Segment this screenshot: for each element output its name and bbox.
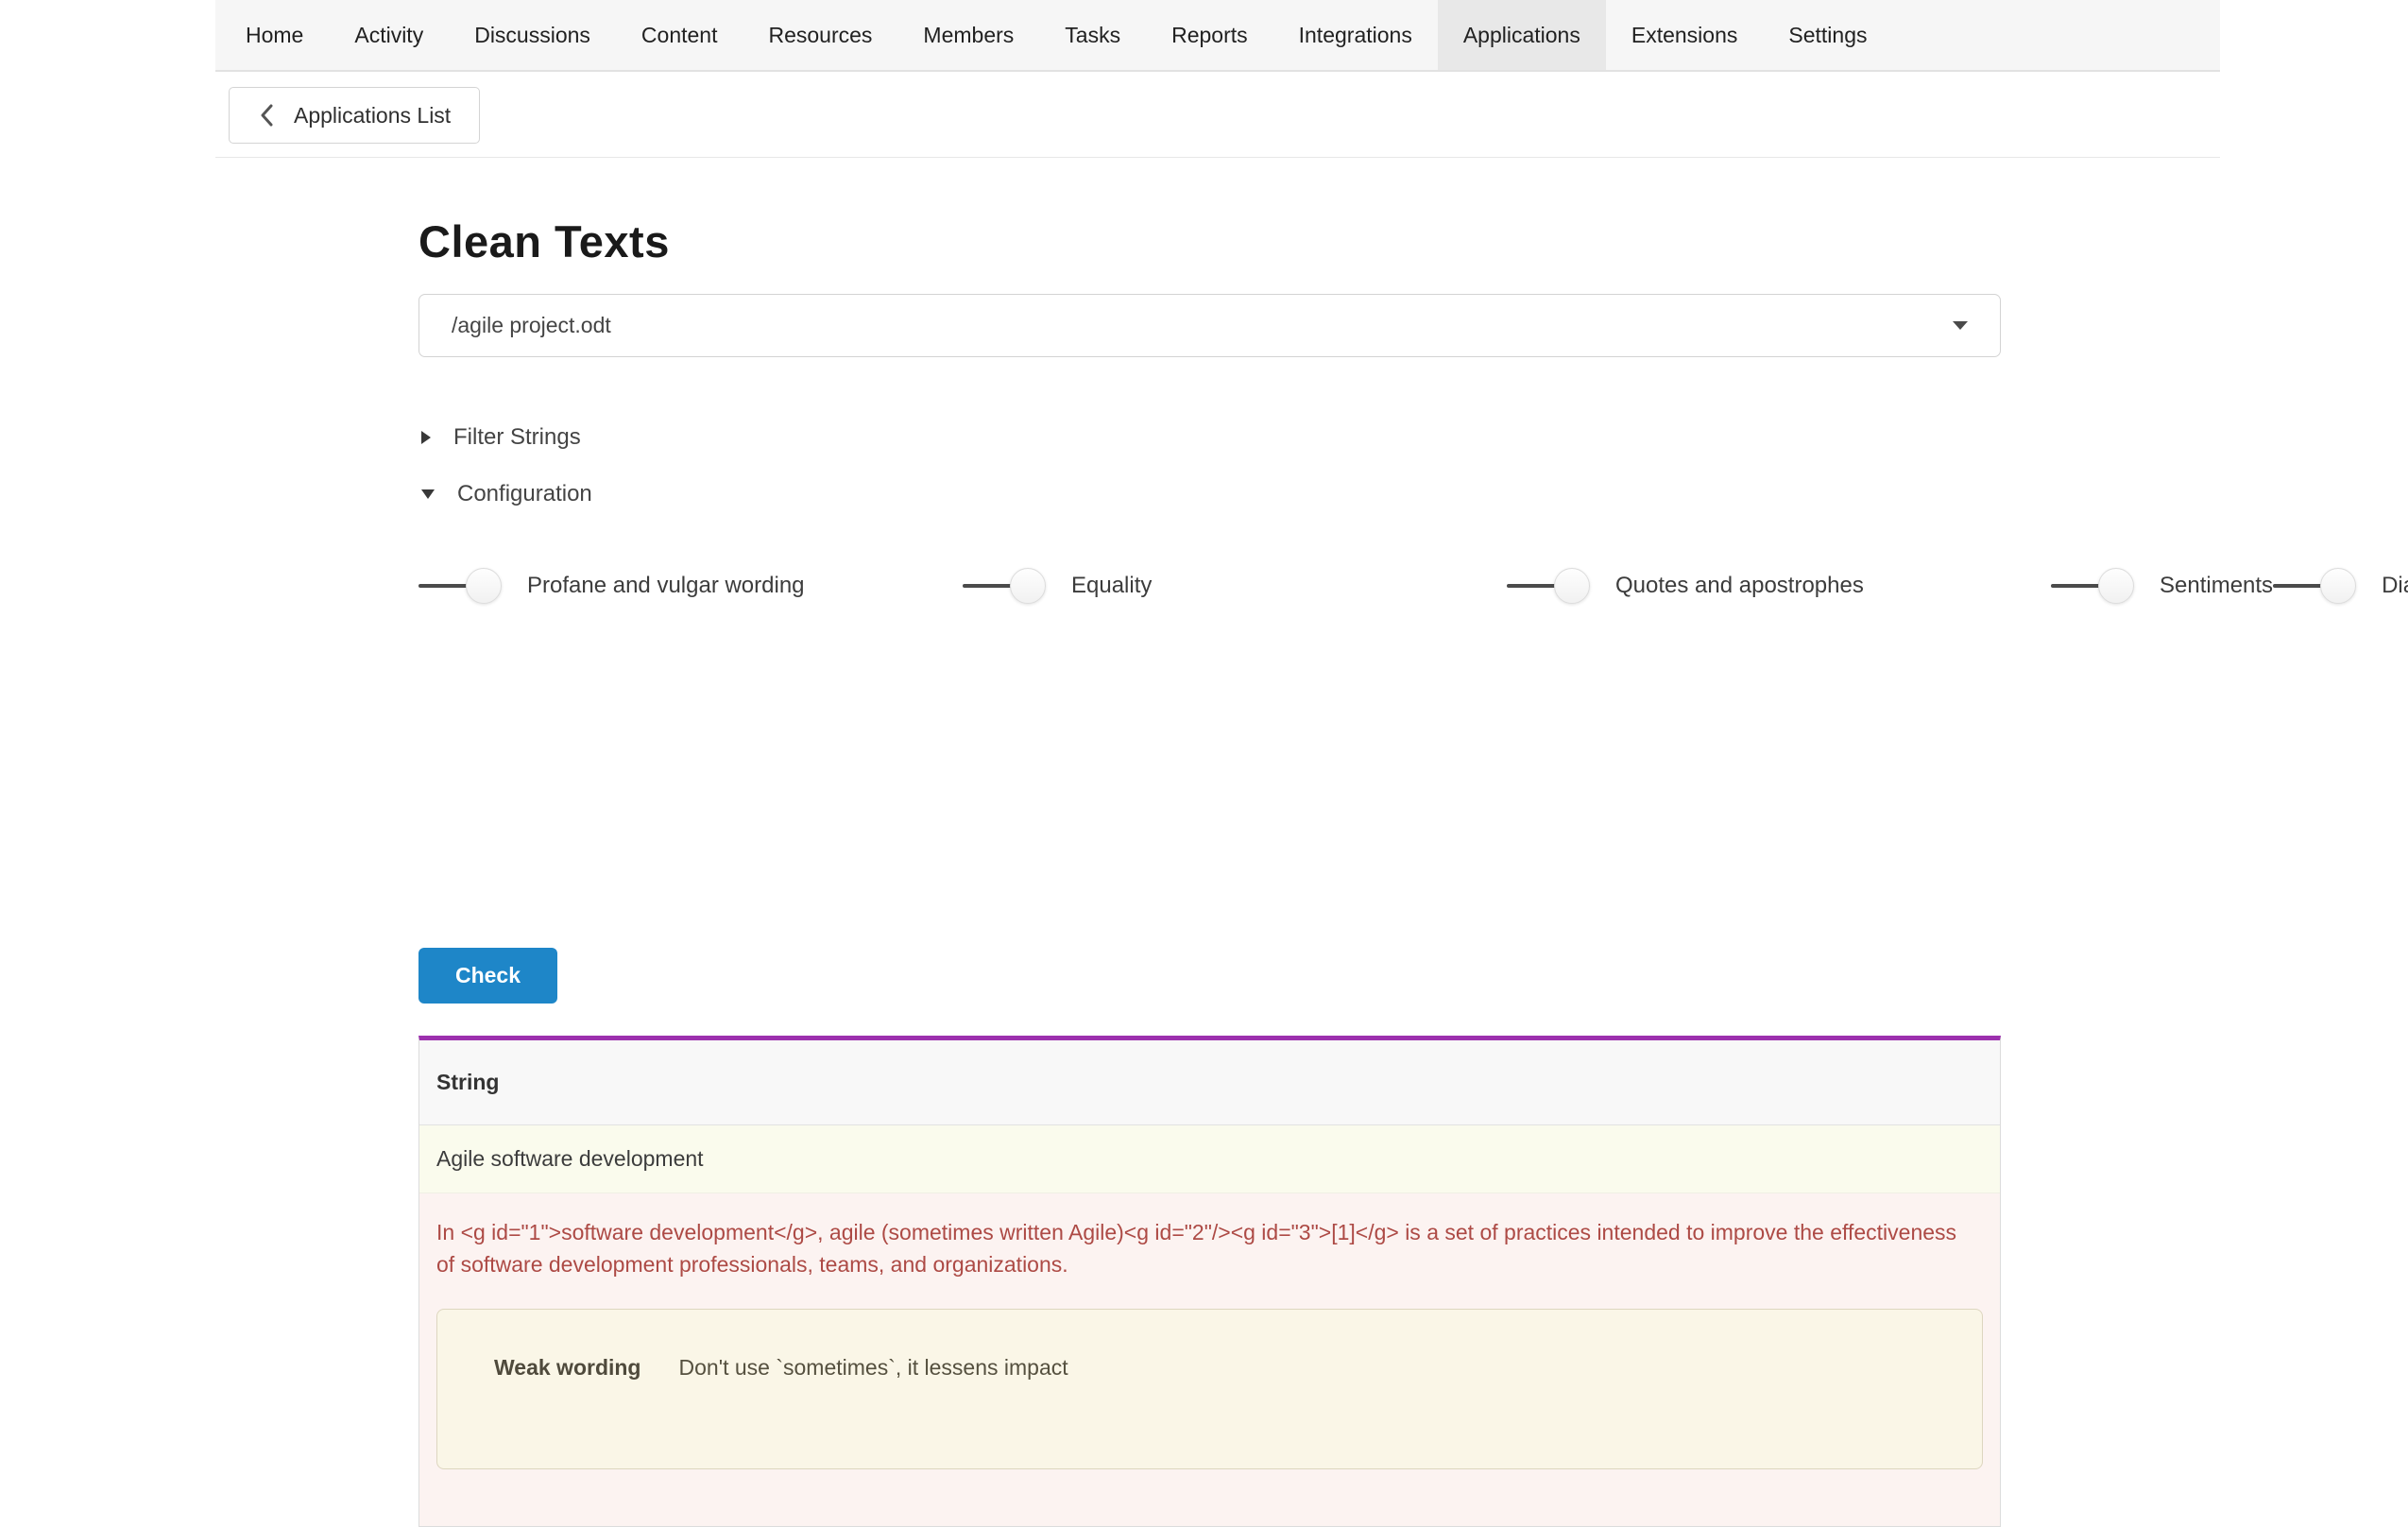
toggle-switch-sentiments[interactable]: [2051, 567, 2134, 605]
chevron-down-icon: [1953, 321, 1968, 330]
issue-text: In <g id="1">software development</g>, a…: [436, 1216, 1957, 1280]
toggle-track: [1507, 584, 1560, 588]
toggle-knob[interactable]: [1010, 568, 1046, 604]
toggle-row-sentiments: Sentiments: [2051, 544, 2273, 627]
file-select[interactable]: /agile project.odt: [418, 294, 2001, 357]
filter-strings-section-toggle[interactable]: Filter Strings: [421, 424, 581, 451]
nav-item-extensions[interactable]: Extensions: [1606, 0, 1764, 70]
toggle-track: [963, 584, 1016, 588]
toggle-knob[interactable]: [466, 568, 502, 604]
nav-item-members[interactable]: Members: [897, 0, 1039, 70]
results-column-header: String: [419, 1040, 2000, 1125]
toggle-row-profane-and-vulgar-wording: Profane and vulgar wording: [418, 544, 963, 627]
nav-item-discussions[interactable]: Discussions: [449, 0, 616, 70]
toggle-track: [418, 584, 471, 588]
toggle-switch-profane-and-vulgar-wording[interactable]: [418, 567, 502, 605]
nav-item-settings[interactable]: Settings: [1763, 0, 1892, 70]
toggle-switch-equality[interactable]: [963, 567, 1046, 605]
nav-item-activity[interactable]: Activity: [329, 0, 449, 70]
toggle-switch-diacritics[interactable]: [2273, 567, 2356, 605]
toggle-label-quotes-and-apostrophes: Quotes and apostrophes: [1615, 573, 1864, 599]
warning-box: Weak wording Don't use `sometimes`, it l…: [436, 1309, 1983, 1469]
check-button[interactable]: Check: [418, 948, 557, 1004]
toggle-label-diacritics: Diacritics: [2382, 573, 2408, 599]
nav-item-reports[interactable]: Reports: [1146, 0, 1273, 70]
warning-category: Weak wording: [494, 1355, 641, 1381]
toggle-row-quotes-and-apostrophes: Quotes and apostrophes: [1507, 544, 2051, 627]
toggle-label-sentiments: Sentiments: [2160, 573, 2273, 599]
results-panel: String Agile software development In <g …: [418, 1036, 2001, 1527]
toggle-track: [2051, 584, 2104, 588]
triangle-down-icon: [421, 489, 435, 499]
top-navigation: HomeActivityDiscussionsContentResourcesM…: [215, 0, 2220, 72]
header-divider: [215, 157, 2220, 158]
filter-strings-label: Filter Strings: [453, 424, 581, 451]
toggle-track: [2273, 584, 2326, 588]
toggle-knob[interactable]: [1554, 568, 1590, 604]
toggle-label-profane-and-vulgar-wording: Profane and vulgar wording: [527, 573, 805, 599]
configuration-section-toggle[interactable]: Configuration: [421, 481, 592, 507]
toggle-row-equality: Equality: [963, 544, 1507, 627]
result-issue-block: In <g id="1">software development</g>, a…: [419, 1193, 2000, 1526]
nav-item-integrations[interactable]: Integrations: [1273, 0, 1438, 70]
toggle-knob[interactable]: [2098, 568, 2134, 604]
nav-item-tasks[interactable]: Tasks: [1039, 0, 1146, 70]
triangle-right-icon: [421, 431, 431, 444]
nav-item-resources[interactable]: Resources: [743, 0, 897, 70]
toggle-switch-quotes-and-apostrophes[interactable]: [1507, 567, 1590, 605]
nav-item-content[interactable]: Content: [616, 0, 743, 70]
toggle-knob[interactable]: [2320, 568, 2356, 604]
nav-item-home[interactable]: Home: [220, 0, 329, 70]
toggle-row-diacritics: Diacritics: [2273, 544, 2408, 627]
configuration-label: Configuration: [457, 481, 592, 507]
result-string-row: Agile software development: [419, 1125, 2000, 1193]
file-select-value: /agile project.odt: [452, 313, 611, 338]
toggle-label-equality: Equality: [1071, 573, 1152, 599]
warning-message: Don't use `sometimes`, it lessens impact: [679, 1355, 1068, 1381]
nav-item-applications[interactable]: Applications: [1438, 0, 1606, 70]
page-title: Clean Texts: [418, 215, 670, 267]
chevron-left-icon: [258, 103, 277, 128]
applications-list-back-button[interactable]: Applications List: [229, 87, 480, 144]
back-button-label: Applications List: [294, 103, 451, 129]
configuration-toggle-grid: Profane and vulgar wording Equality Quotes…: [418, 544, 2062, 627]
